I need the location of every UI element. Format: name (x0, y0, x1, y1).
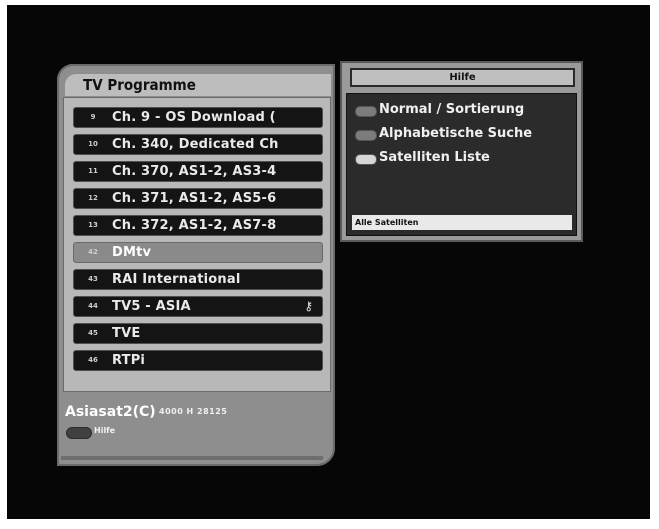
help-panel: Hilfe Normal / Sortierung Alphabetische … (340, 61, 583, 242)
channel-number: 9 (90, 113, 96, 121)
channel-number: 46 (88, 356, 98, 364)
channel-name: TV5 - ASIA (112, 299, 191, 314)
channel-row-46[interactable]: 46 RTPi (73, 350, 323, 371)
panel-bottom-strip (61, 456, 323, 460)
channel-number: 13 (88, 221, 98, 229)
programme-title: TV Programme (65, 74, 331, 96)
channel-number: 10 (88, 140, 98, 148)
white-key-icon (355, 154, 377, 165)
channel-name: Ch. 9 - OS Download ( (112, 110, 276, 125)
channel-list: 9 Ch. 9 - OS Download ( 10 Ch. 340, Dedi… (63, 97, 331, 392)
help-options: Normal / Sortierung Alphabetische Suche … (346, 93, 577, 236)
channel-name: DMtv (112, 245, 152, 260)
grey-key-icon (355, 130, 377, 141)
help-label: Hilfe (94, 426, 116, 435)
channel-number: 43 (88, 275, 98, 283)
channel-row-44[interactable]: 44 TV5 - ASIA ⚷ (73, 296, 323, 317)
status-bar: Alle Satelliten (352, 215, 572, 230)
channel-row-45[interactable]: 45 TVE (73, 323, 323, 344)
channel-name: Ch. 370, AS1-2, AS3-4 (112, 164, 277, 179)
programme-title-bar: TV Programme (61, 72, 331, 98)
lock-icon: ⚷ (304, 299, 313, 313)
channel-row-9[interactable]: 9 Ch. 9 - OS Download ( (73, 107, 323, 128)
channel-name: RTPi (112, 353, 146, 368)
channel-row-42-selected[interactable]: 42 DMtv (73, 242, 323, 263)
channel-number: 12 (88, 194, 98, 202)
programme-panel: TV Programme 9 Ch. 9 - OS Download ( 10 … (57, 64, 335, 466)
channel-number: 11 (88, 167, 98, 175)
channel-number: 44 (88, 302, 98, 310)
channel-row-11[interactable]: 11 Ch. 370, AS1-2, AS3-4 (73, 161, 323, 182)
grey-key-icon (355, 106, 377, 117)
option-label: Normal / Sortierung (379, 102, 525, 117)
channel-row-43[interactable]: 43 RAI International (73, 269, 323, 290)
channel-row-13[interactable]: 13 Ch. 372, AS1-2, AS7-8 (73, 215, 323, 236)
satellite-name: Asiasat2(C) (65, 404, 156, 420)
help-key-icon[interactable] (66, 427, 92, 439)
channel-number: 45 (88, 329, 98, 337)
channel-name: Ch. 372, AS1-2, AS7-8 (112, 218, 277, 233)
channel-name: TVE (112, 326, 141, 341)
channel-name: Ch. 340, Dedicated Ch (112, 137, 279, 152)
help-title: Hilfe (350, 68, 575, 87)
option-label: Satelliten Liste (379, 150, 490, 165)
option-label: Alphabetische Suche (379, 126, 533, 141)
programme-footer: Asiasat2(C) 4000 H 28125 Hilfe (63, 404, 329, 454)
channel-row-12[interactable]: 12 Ch. 371, AS1-2, AS5-6 (73, 188, 323, 209)
channel-row-10[interactable]: 10 Ch. 340, Dedicated Ch (73, 134, 323, 155)
channel-name: Ch. 371, AS1-2, AS5-6 (112, 191, 277, 206)
channel-name: RAI International (112, 272, 241, 287)
tv-screen: TV Programme 9 Ch. 9 - OS Download ( 10 … (7, 5, 650, 519)
transponder-info: 4000 H 28125 (159, 407, 228, 416)
channel-number: 42 (88, 248, 98, 256)
